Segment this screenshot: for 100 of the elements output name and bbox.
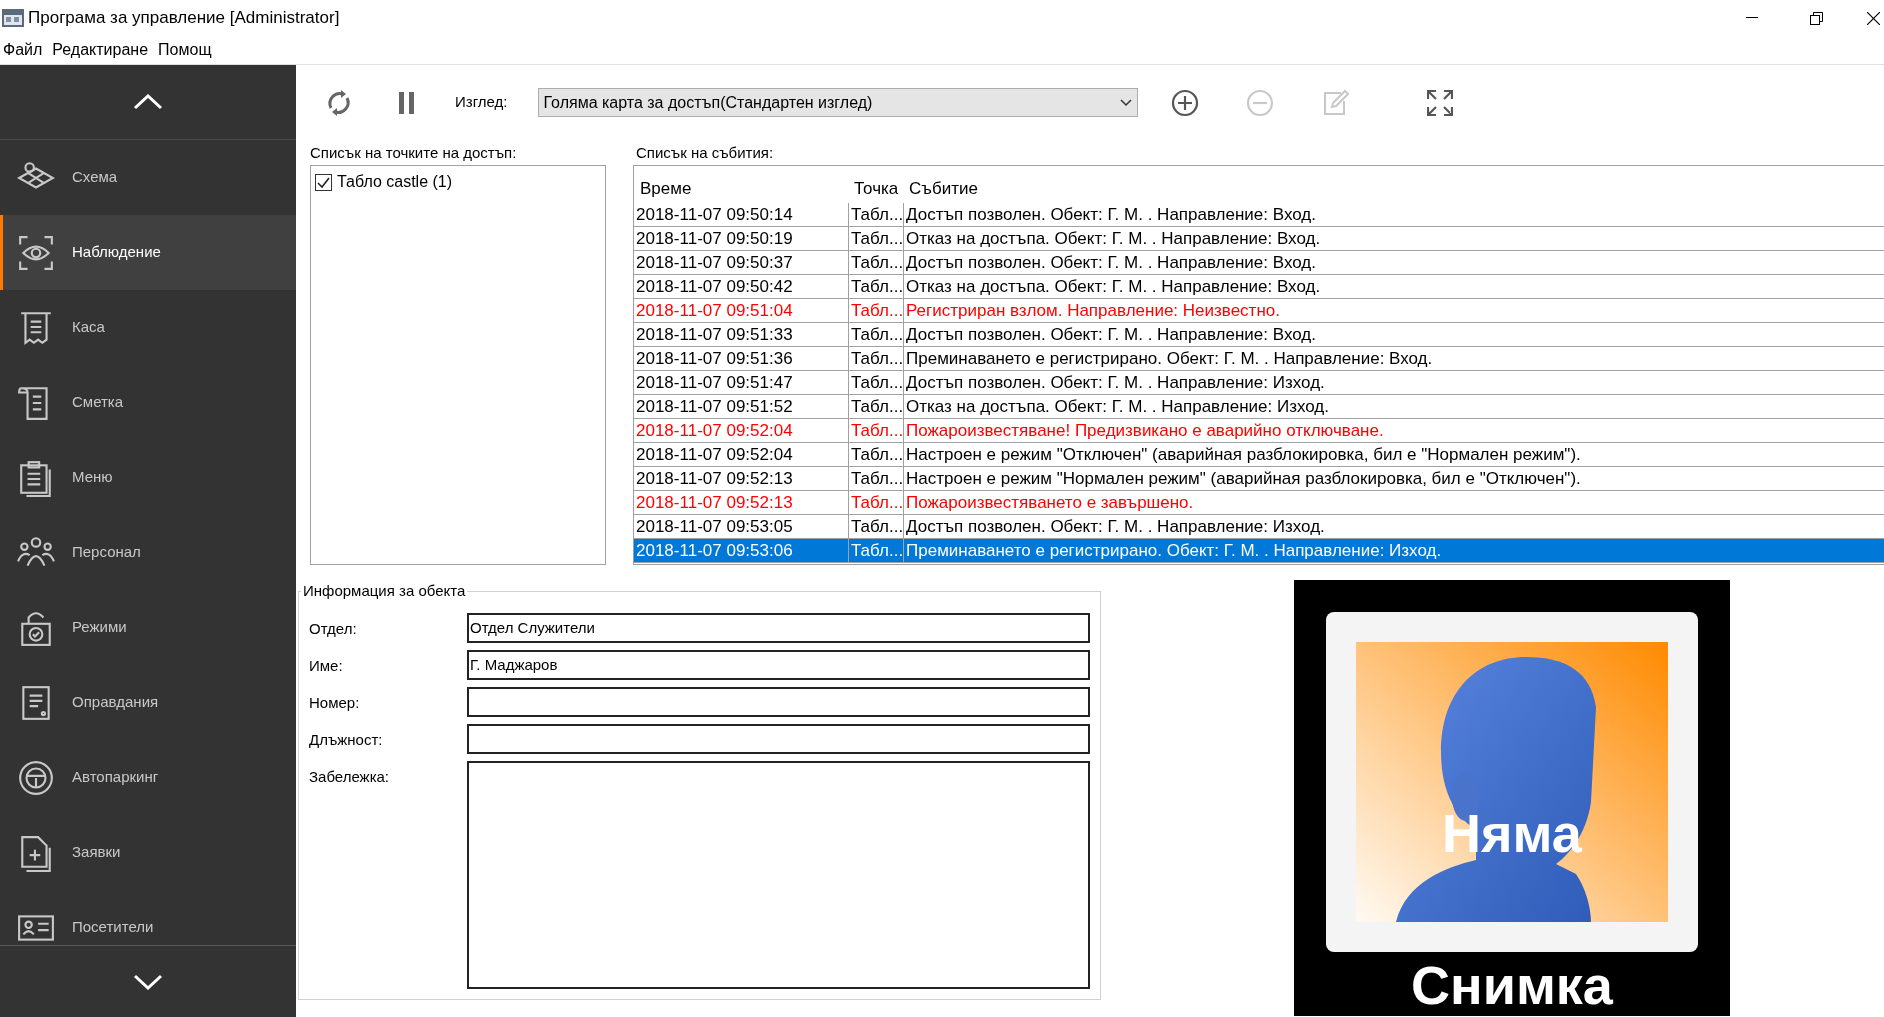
close-icon [1867,11,1880,25]
text-field[interactable] [467,686,1090,717]
no-photo-caption: Снимка [1410,958,1614,1012]
table-cell: Табл... [848,347,903,370]
table-cell: Табл... [848,395,903,418]
table-row[interactable]: 2018-11-07 09:51:04 Табл... Регистриран взлом. Направление: Неизвестно. [634,299,1884,323]
remove-icon [1245,88,1274,117]
fullscreen-icon [1426,89,1453,116]
table-cell: Табл... [848,443,903,466]
table-row[interactable]: 2018-11-07 09:50:19 Табл... Отказ на достъпа. Обект: Г. М. . Направление: Вход. [634,227,1884,251]
table-cell-text: 2018-11-07 09:50:14 [635,204,794,226]
table-cell: Достъп позволен. Обект: Г. М. . Направление: Изход. [903,371,1884,394]
table-row[interactable]: 2018-11-07 09:52:13 Табл... Настроен е режим "Нормален режим" (аварийная разблокировка, бил е "Отключен"). [634,467,1884,491]
field-label: Отдел: [309,618,358,639]
table-row[interactable]: 2018-11-07 09:50:37 Табл... Достъп позволен. Обект: Г. М. . Направление: Вход. [634,251,1884,275]
table-cell: Регистриран взлом. Направление: Неизвестно. [903,299,1884,322]
group-title: Информация за обекта [302,581,467,601]
pause-button[interactable] [397,90,417,115]
sidebar-item[interactable]: Посетители [0,890,296,945]
menu-item[interactable]: Помощ [157,38,213,62]
text-field[interactable]: Отдел Служители [467,612,1090,643]
table-cell: Табл... [848,299,903,322]
table-row[interactable]: 2018-11-07 09:53:06 Табл... Преминаването е регистрирано. Обект: Г. М. . Направление: Изход. [634,539,1884,563]
sidebar-item[interactable]: Автопаркинг [0,740,296,815]
fullscreen-button[interactable] [1424,87,1455,118]
table-cell-text: 2018-11-07 09:51:36 [635,348,794,370]
checkbox[interactable] [315,173,332,191]
table-row[interactable]: 2018-11-07 09:51:33 Табл... Достъп позволен. Обект: Г. М. . Направление: Вход. [634,323,1884,347]
table-cell: Табл... [848,491,903,514]
table-cell: Пожароизвестяване! Предизвикано е аварийно отключване. [903,419,1884,442]
table-cell: Достъп позволен. Обект: Г. М. . Направление: Вход. [903,203,1884,226]
table-cell: Преминаването е регистрирано. Обект: Г. М. . Направление: Вход. [903,347,1884,370]
field-label: Длъжност: [309,729,384,750]
column-header[interactable]: Събитие [903,175,1884,201]
view-dropdown[interactable]: Голяма карта за достъп(Стандартен изглед) [537,88,1138,117]
table-cell-text: 2018-11-07 09:53:05 [635,516,794,538]
table-cell: Табл... [848,323,903,346]
steering-wheel-icon [17,758,55,797]
table-cell-text: 2018-11-07 09:52:13 [635,468,794,490]
add-button[interactable] [1169,87,1200,118]
dropdown-caret-icon [1119,98,1132,107]
table-cell: Настроен е режим "Отключен" (аварийная разблокировка, бил е "Нормален режим"). [903,443,1884,466]
table-cell: Табл... [848,203,903,226]
table-row[interactable]: 2018-11-07 09:52:13 Табл... Пожароизвестяването е завършено. [634,491,1884,515]
restore-icon [1809,11,1823,25]
checkmark-icon [317,175,330,189]
field-label: Име: [309,655,344,676]
access-points-title: Списък на точките на достъп: [310,143,518,163]
table-cell-text: 2018-11-07 09:53:06 [635,540,794,562]
table-row[interactable]: 2018-11-07 09:51:47 Табл... Достъп позволен. Обект: Г. М. . Направление: Изход. [634,371,1884,395]
field-label: Забележка: [309,766,391,787]
table-cell-text: 2018-11-07 09:52:04 [635,444,794,466]
events-title: Списък на събития: [636,143,775,163]
view-label: Изглед: [455,92,508,113]
table-row[interactable]: 2018-11-07 09:50:42 Табл... Отказ на достъпа. Обект: Г. М. . Направление: Вход. [634,275,1884,299]
table-row[interactable]: 2018-11-07 09:50:14 Табл... Достъп позволен. Обект: Г. М. . Направление: Вход. [634,203,1884,227]
column-header[interactable]: Време [634,175,848,201]
table-cell-text: 2018-11-07 09:51:04 [635,300,794,322]
table-cell: Преминаването е регистрирано. Обект: Г. М. . Направление: Изход. [903,539,1884,562]
table-cell: Табл... [848,227,903,250]
table-cell-text: 2018-11-07 09:50:37 [635,252,794,274]
pause-icon [399,91,415,114]
table-cell: Настроен е режим "Нормален режим" (аварийная разблокировка, бил е "Отключен"). [903,467,1884,490]
remark-field[interactable] [467,760,1090,989]
table-row[interactable]: 2018-11-07 09:52:04 Табл... Пожароизвестяване! Предизвикано е аварийно отключване. [634,419,1884,443]
chevron-down-icon [133,973,163,990]
text-field[interactable] [467,723,1090,754]
table-cell-text: 2018-11-07 09:51:52 [635,396,794,418]
table-cell: Достъп позволен. Обект: Г. М. . Направление: Изход. [903,515,1884,538]
chevron-up-icon [133,94,163,110]
sidebar-item[interactable]: Каса [0,290,296,365]
field-label: Номер: [309,692,361,713]
table-cell: Отказ на достъпа. Обект: Г. М. . Направление: Изход. [903,395,1884,418]
table-cell: Пожароизвестяването е завършено. [903,491,1884,514]
eye-icon [17,233,55,272]
text-field[interactable]: Г. Маджаров [467,649,1090,680]
table-row[interactable]: 2018-11-07 09:51:52 Табл... Отказ на достъпа. Обект: Г. М. . Направление: Изход. [634,395,1884,419]
column-header[interactable]: Точка [848,175,903,201]
table-cell: Табл... [848,467,903,490]
sidebar-item[interactable]: Персонал [0,515,296,590]
table-row[interactable]: 2018-11-07 09:51:36 Табл... Преминаването е регистрирано. Обект: Г. М. . Направление: Вход. [634,347,1884,371]
window-title: Програма за управление [Administrator] [28,7,340,30]
table-row[interactable]: 2018-11-07 09:52:04 Табл... Настроен е режим "Отключен" (аварийная разблокировка, бил е "Нормален режим"). [634,443,1884,467]
table-cell: Табл... [848,539,903,562]
sidebar-item[interactable]: Сметка [0,365,296,440]
sidebar-item[interactable]: Меню [0,440,296,515]
sidebar-item[interactable]: Режими [0,590,296,665]
sidebar-item[interactable]: Заявки [0,815,296,890]
access-point-label: Табло castle (1) [337,172,453,192]
table-cell: Отказ на достъпа. Обект: Г. М. . Направление: Вход. [903,227,1884,250]
table-cell-text: 2018-11-07 09:50:42 [635,276,794,298]
sidebar-item[interactable]: Схема [0,140,296,215]
table-cell-text: 2018-11-07 09:51:33 [635,324,794,346]
sidebar-item[interactable]: Наблюдение [0,215,296,290]
menu-item[interactable]: Файл [2,38,44,62]
table-cell: Достъп позволен. Обект: Г. М. . Направление: Вход. [903,323,1884,346]
table-cell: Табл... [848,251,903,274]
table-cell: Отказ на достъпа. Обект: Г. М. . Направление: Вход. [903,275,1884,298]
menu-item[interactable]: Редактиране [51,38,150,62]
sidebar-item[interactable]: Оправдания [0,665,296,740]
